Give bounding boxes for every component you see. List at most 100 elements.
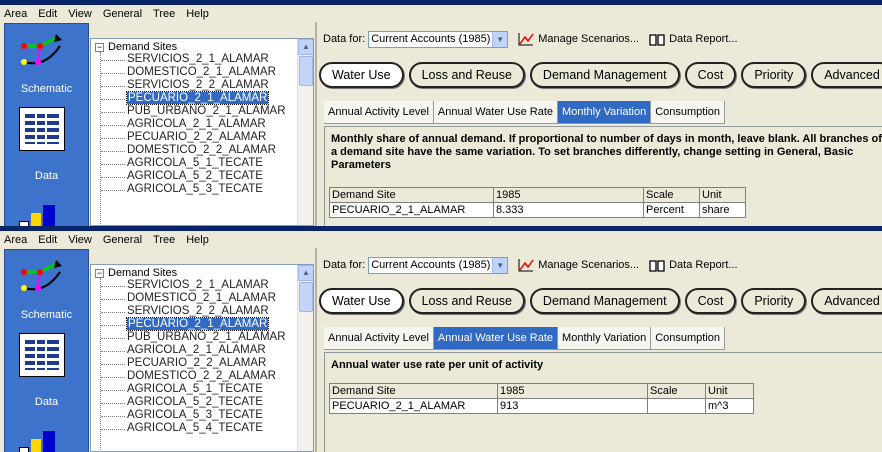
results-icon[interactable] [19,201,69,226]
subtab-monthly-variation[interactable]: Monthly Variation [558,327,652,349]
demand-sites-tree[interactable]: − Demand Sites SERVICIOS_2_1_ALAMAR DOMEST… [90,264,314,452]
table-row: PECUARIO_2_1_ALAMAR 913 m^3 [329,398,754,414]
tree-item[interactable]: PECUARIO_2_2_ALAMAR [101,131,286,144]
tree-item[interactable]: AGRICOLA_5_2_TECATE [101,396,286,409]
tree-item[interactable]: PECUARIO_2_2_ALAMAR [101,357,286,370]
tree-item-label: AGRICOLA_5_4_TECATE [127,422,263,434]
tree-item[interactable]: DOMESTICO_2_1_ALAMAR [101,292,286,305]
collapse-icon[interactable]: − [95,42,104,52]
tree-item[interactable]: AGRICOLA_2_1_ALAMAR [101,118,286,131]
menu-help[interactable]: Help [186,8,209,20]
cell-scale[interactable]: Percent [643,202,700,218]
tree-item[interactable]: DOMESTICO_2_2_ALAMAR [101,144,286,157]
menu-area[interactable]: Area [4,234,27,246]
menu-general[interactable]: General [103,234,142,246]
menu-view[interactable]: View [68,8,92,20]
cell-unit[interactable]: share [699,202,746,218]
tree-scrollbar[interactable]: ▲ [297,39,313,225]
tree-item[interactable]: DOMESTICO_2_2_ALAMAR [101,370,286,383]
data-report-button[interactable]: Data Report... [649,259,738,272]
tree-item[interactable]: SERVICIOS_2_1_ALAMAR [101,279,286,292]
tree-root[interactable]: − Demand Sites [95,267,177,279]
collapse-icon[interactable]: − [95,268,104,278]
menu-area[interactable]: Area [4,8,27,20]
results-icon[interactable] [19,427,69,452]
tab-priority[interactable]: Priority [741,288,807,314]
dropdown-arrow-icon[interactable]: ▼ [492,31,508,47]
schematic-view-button[interactable]: Schematic [5,250,88,330]
subtab-annual-activity-level[interactable]: Annual Activity Level [324,327,434,349]
data-view-button[interactable] [19,107,65,151]
tab-water-use[interactable]: Water Use [319,288,404,314]
table-header-row: Demand Site 1985 Scale Unit [329,187,746,203]
scroll-thumb[interactable] [299,282,313,312]
subtab-annual-activity-level[interactable]: Annual Activity Level [324,101,434,123]
tab-priority[interactable]: Priority [741,62,807,88]
tree-item[interactable]: AGRICOLA_5_1_TECATE [101,383,286,396]
tree-item[interactable]: SERVICIOS_2_2_ALAMAR [101,305,286,318]
cell-unit[interactable]: m^3 [705,398,754,414]
scroll-up-icon[interactable]: ▲ [298,39,313,55]
schematic-view-button[interactable]: Schematic [5,24,88,104]
subtab-consumption[interactable]: Consumption [651,101,726,123]
tree-item[interactable]: SERVICIOS_2_1_ALAMAR [101,53,286,66]
subtab-consumption[interactable]: Consumption [651,327,726,349]
tab-cost[interactable]: Cost [684,288,737,314]
tree-item[interactable]: PECUARIO_2_1_ALAMAR [101,91,286,105]
menu-edit[interactable]: Edit [38,234,57,246]
tree-item[interactable]: PECUARIO_2_1_ALAMAR [101,317,286,331]
tree-list: SERVICIOS_2_1_ALAMAR DOMESTICO_2_1_ALAMAR… [101,279,286,435]
tree-item[interactable]: AGRICOLA_5_2_TECATE [101,170,286,183]
tab-loss-and-reuse[interactable]: Loss and Reuse [408,288,525,314]
header-scale: Scale [647,383,706,399]
manage-scenarios-button[interactable]: Manage Scenarios... [518,258,639,272]
tree-root[interactable]: − Demand Sites [95,41,177,53]
scroll-up-icon[interactable]: ▲ [298,265,313,281]
menu-tree[interactable]: Tree [153,8,175,20]
tree-item-label: AGRICOLA_5_1_TECATE [127,157,263,169]
menu-help[interactable]: Help [186,234,209,246]
header-demand-site: Demand Site [329,383,498,399]
tab-demand-management[interactable]: Demand Management [529,288,680,314]
data-toolbar: Data for: Current Accounts (1985) ▼ Mana… [323,256,738,274]
subtab-annual-water-use-rate[interactable]: Annual Water Use Rate [433,101,559,123]
tree-scrollbar[interactable]: ▲ [297,265,313,451]
tab-advanced[interactable]: Advanced [811,62,882,88]
data-for-label: Data for: [323,33,366,45]
tab-loss-and-reuse[interactable]: Loss and Reuse [408,62,525,88]
tab-advanced[interactable]: Advanced [811,288,882,314]
manage-scenarios-button[interactable]: Manage Scenarios... [518,32,639,46]
tree-item[interactable]: AGRICOLA_5_3_TECATE [101,409,286,422]
tab-water-use[interactable]: Water Use [319,62,404,88]
scenario-select[interactable]: Current Accounts (1985) ▼ [368,256,509,274]
tree-item-label: DOMESTICO_2_1_ALAMAR [127,66,276,78]
cell-scale[interactable] [647,398,706,414]
menu-edit[interactable]: Edit [38,8,57,20]
tree-item[interactable]: AGRICOLA_5_1_TECATE [101,157,286,170]
dropdown-arrow-icon[interactable]: ▼ [492,257,508,273]
tree-item[interactable]: SERVICIOS_2_2_ALAMAR [101,79,286,92]
data-view-button[interactable] [19,333,65,377]
demand-sites-tree[interactable]: − Demand Sites SERVICIOS_2_1_ALAMAR DOMEST… [90,38,314,226]
menu-tree[interactable]: Tree [153,234,175,246]
menu-view[interactable]: View [68,234,92,246]
tab-cost[interactable]: Cost [684,62,737,88]
data-report-button[interactable]: Data Report... [649,33,738,46]
subtab-annual-water-use-rate[interactable]: Annual Water Use Rate [433,327,559,349]
tree-item[interactable]: DOMESTICO_2_1_ALAMAR [101,66,286,79]
scroll-thumb[interactable] [299,56,313,86]
data-table: Demand Site 1985 Scale Unit PECUARIO_2_1… [329,383,754,414]
tree-item[interactable]: AGRICOLA_5_4_TECATE [101,422,286,435]
tab-demand-management[interactable]: Demand Management [529,62,680,88]
subtab-monthly-variation[interactable]: Monthly Variation [558,101,652,123]
cell-value[interactable]: 913 [497,398,648,414]
scenario-select[interactable]: Current Accounts (1985) ▼ [368,30,509,48]
tree-item[interactable]: AGRICOLA_2_1_ALAMAR [101,344,286,357]
sub-tabs: Annual Activity Level Annual Water Use R… [324,327,726,350]
data-panel: Data for: Current Accounts (1985) ▼ Mana… [315,248,882,452]
cell-value[interactable]: 8.333 [493,202,644,218]
tree-item[interactable]: PUB_URBANO_2_1_ALAMAR [101,331,286,344]
menu-general[interactable]: General [103,8,142,20]
tree-item[interactable]: PUB_URBANO_2_1_ALAMAR [101,105,286,118]
tree-item[interactable]: AGRICOLA_5_3_TECATE [101,183,286,196]
